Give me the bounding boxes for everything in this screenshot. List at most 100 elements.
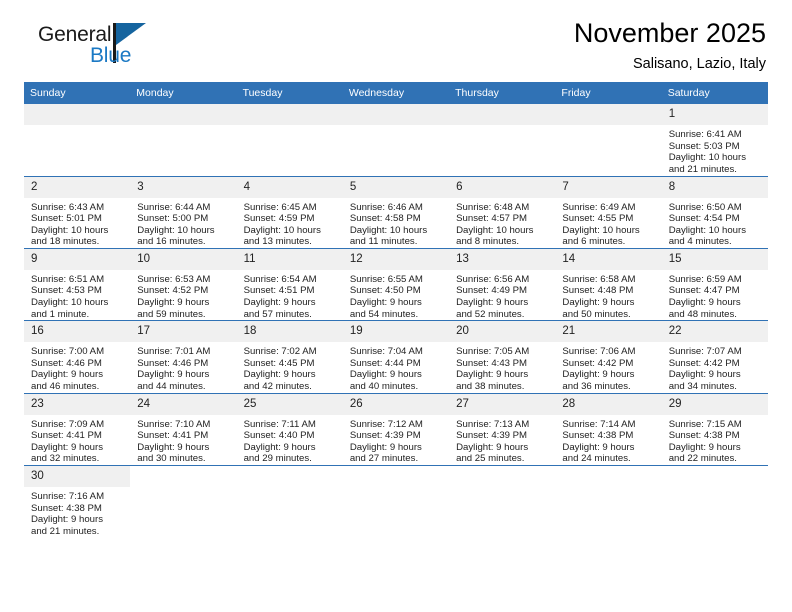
calendar-day-cell[interactable]: 2 Sunrise: 6:43 AM Sunset: 5:01 PM Daylight… <box>24 175 131 249</box>
calendar-day-cell[interactable]: 26 Sunrise: 7:12 AM Sunset: 4:39 PM Dayligh… <box>342 392 450 466</box>
daylight-text-line1: Daylight: 10 hours <box>562 224 640 236</box>
calendar-day-cell[interactable]: 11 Sunrise: 6:54 AM Sunset: 4:51 PM Dayligh… <box>236 247 343 321</box>
daylight-text-line1: Daylight: 9 hours <box>349 441 422 453</box>
sunset-text: Sunset: 4:38 PM <box>562 430 634 442</box>
day-cell-inner: 6 Sunrise: 6:48 AM Sunset: 4:57 PM Daylight… <box>449 176 556 248</box>
logo-text-blue: Blue <box>90 44 132 67</box>
calendar-week-row: 2 Sunrise: 6:43 AM Sunset: 5:01 PM Daylight… <box>24 175 768 249</box>
calendar-empty-cell <box>342 104 450 176</box>
calendar-week-row: 9 Sunrise: 6:51 AM Sunset: 4:53 PM Daylight… <box>24 247 768 321</box>
daylight-text-line2: and 42 minutes. <box>243 381 312 393</box>
daylight-text-line1: Daylight: 10 hours <box>31 224 109 236</box>
calendar-day-cell[interactable]: 4 Sunrise: 6:45 AM Sunset: 4:59 PM Daylight… <box>236 175 343 249</box>
calendar-day-cell[interactable]: 28 Sunrise: 7:14 AM Sunset: 4:38 PM Dayligh… <box>555 392 662 466</box>
sun-info: Sunrise: 7:05 AM Sunset: 4:43 PM Daylight:… <box>449 342 555 392</box>
day-number: 17 <box>130 321 237 343</box>
calendar-day-cell[interactable]: 12 Sunrise: 6:55 AM Sunset: 4:50 PM Dayligh… <box>342 247 450 321</box>
calendar-body: 1 Sunrise: 6:41 AM Sunset: 5:03 PM Daylight… <box>24 104 768 538</box>
sunset-text: Sunset: 4:55 PM <box>562 213 634 225</box>
day-cell-inner: 17 Sunrise: 7:01 AM Sunset: 4:46 PM Dayligh… <box>130 321 237 392</box>
calendar-day-cell[interactable]: 13 Sunrise: 6:56 AM Sunset: 4:49 PM Dayligh… <box>449 247 556 321</box>
day-cell-inner: 22 Sunrise: 7:07 AM Sunset: 4:42 PM Dayligh… <box>661 321 768 393</box>
calendar-day-cell[interactable]: 30 Sunrise: 7:16 AM Sunset: 4:38 PM Dayligh… <box>24 465 131 538</box>
daylight-text-line1: Daylight: 9 hours <box>31 369 103 381</box>
calendar-empty-cell <box>449 104 556 176</box>
sun-info: Sunrise: 7:04 AM Sunset: 4:44 PM Daylight:… <box>343 342 449 392</box>
day-cell-inner: 10 Sunrise: 6:53 AM Sunset: 4:52 PM Dayligh… <box>130 248 237 320</box>
calendar-day-cell[interactable]: 18 Sunrise: 7:02 AM Sunset: 4:45 PM Dayligh… <box>236 320 343 394</box>
daylight-text-line1: Daylight: 9 hours <box>668 369 741 381</box>
day-number: 10 <box>130 248 237 270</box>
calendar-day-cell[interactable]: 5 Sunrise: 6:46 AM Sunset: 4:58 PM Daylight… <box>342 175 450 249</box>
day-number: 28 <box>555 393 662 415</box>
daylight-text-line2: and 11 minutes. <box>349 236 418 248</box>
daylight-text-line2: and 38 minutes. <box>456 381 525 393</box>
day-number: 30 <box>24 466 131 487</box>
calendar-day-cell[interactable]: 16 Sunrise: 7:00 AM Sunset: 4:46 PM Dayligh… <box>24 320 131 394</box>
sunset-text: Sunset: 4:39 PM <box>456 430 528 442</box>
day-number: 12 <box>342 248 450 270</box>
calendar-day-cell[interactable]: 25 Sunrise: 7:11 AM Sunset: 4:40 PM Dayligh… <box>236 392 343 466</box>
sunset-text: Sunset: 4:52 PM <box>137 285 209 297</box>
daylight-text-line1: Daylight: 10 hours <box>349 224 428 236</box>
sunrise-text: Sunrise: 6:55 AM <box>349 273 423 285</box>
calendar-day-cell[interactable]: 14 Sunrise: 6:58 AM Sunset: 4:48 PM Dayligh… <box>555 247 662 321</box>
day-number <box>555 466 662 487</box>
daylight-text-line2: and 27 minutes. <box>349 453 419 465</box>
sunset-text: Sunset: 5:03 PM <box>668 140 740 152</box>
sunset-text: Sunset: 4:49 PM <box>456 285 528 297</box>
calendar-day-cell[interactable]: 17 Sunrise: 7:01 AM Sunset: 4:46 PM Dayligh… <box>130 320 237 394</box>
calendar-day-cell[interactable]: 20 Sunrise: 7:05 AM Sunset: 4:43 PM Dayligh… <box>449 320 556 394</box>
daylight-text-line2: and 36 minutes. <box>562 381 631 393</box>
sun-info: Sunrise: 7:09 AM Sunset: 4:41 PM Daylight:… <box>24 415 130 465</box>
daylight-text-line1: Daylight: 9 hours <box>31 514 103 526</box>
daylight-text-line1: Daylight: 10 hours <box>243 224 321 236</box>
day-number <box>661 466 768 487</box>
sunrise-text: Sunrise: 7:02 AM <box>243 346 317 358</box>
page-header: General Blue November 2025 Salisano, Laz… <box>24 0 768 78</box>
calendar-day-cell[interactable]: 9 Sunrise: 6:51 AM Sunset: 4:53 PM Daylight… <box>24 247 131 321</box>
day-number: 7 <box>555 176 662 198</box>
sun-info: Sunrise: 6:53 AM Sunset: 4:52 PM Daylight:… <box>130 270 236 320</box>
general-blue-logo[interactable]: General Blue <box>24 18 204 74</box>
calendar-day-cell[interactable]: 7 Sunrise: 6:49 AM Sunset: 4:55 PM Daylight… <box>555 175 662 249</box>
sunrise-text: Sunrise: 6:50 AM <box>668 201 742 213</box>
daylight-text-line2: and 54 minutes. <box>349 308 419 320</box>
day-number: 22 <box>661 321 768 343</box>
sun-info: Sunrise: 7:15 AM Sunset: 4:38 PM Daylight:… <box>662 415 768 465</box>
sunset-text: Sunset: 4:59 PM <box>243 213 315 225</box>
calendar-day-cell[interactable]: 1 Sunrise: 6:41 AM Sunset: 5:03 PM Daylight… <box>661 104 768 176</box>
sun-info: Sunrise: 6:41 AM Sunset: 5:03 PM Daylight:… <box>662 125 768 175</box>
calendar-day-cell[interactable]: 29 Sunrise: 7:15 AM Sunset: 4:38 PM Dayligh… <box>661 392 768 466</box>
sun-info: Sunrise: 6:55 AM Sunset: 4:50 PM Daylight:… <box>343 270 449 320</box>
calendar-empty-cell <box>342 465 450 538</box>
day-cell-inner <box>342 104 450 176</box>
calendar-day-cell[interactable]: 8 Sunrise: 6:50 AM Sunset: 4:54 PM Daylight… <box>661 175 768 249</box>
daylight-text-line1: Daylight: 9 hours <box>349 369 422 381</box>
calendar-day-cell[interactable]: 21 Sunrise: 7:06 AM Sunset: 4:42 PM Dayligh… <box>555 320 662 394</box>
day-cell-inner: 8 Sunrise: 6:50 AM Sunset: 4:54 PM Daylight… <box>661 176 768 248</box>
sunset-text: Sunset: 4:46 PM <box>31 357 102 369</box>
day-cell-inner <box>449 466 556 538</box>
calendar-day-cell[interactable]: 15 Sunrise: 6:59 AM Sunset: 4:47 PM Dayligh… <box>661 247 768 321</box>
sunrise-text: Sunrise: 7:16 AM <box>31 491 105 502</box>
sunrise-text: Sunrise: 7:10 AM <box>137 418 211 430</box>
daylight-text-line2: and 34 minutes. <box>668 381 737 393</box>
daylight-text-line1: Daylight: 10 hours <box>31 297 109 309</box>
calendar-day-cell[interactable]: 27 Sunrise: 7:13 AM Sunset: 4:39 PM Dayligh… <box>449 392 556 466</box>
calendar-day-cell[interactable]: 19 Sunrise: 7:04 AM Sunset: 4:44 PM Dayligh… <box>342 320 450 394</box>
day-number: 9 <box>24 248 131 270</box>
calendar-day-cell[interactable]: 3 Sunrise: 6:44 AM Sunset: 5:00 PM Daylight… <box>130 175 237 249</box>
day-number: 24 <box>130 393 237 415</box>
sun-info: Sunrise: 6:58 AM Sunset: 4:48 PM Daylight:… <box>555 270 661 320</box>
weekday-header-saturday: Saturday <box>661 82 768 104</box>
daylight-text-line2: and 32 minutes. <box>31 453 100 465</box>
weekday-header-sunday: Sunday <box>24 82 131 104</box>
calendar-day-cell[interactable]: 23 Sunrise: 7:09 AM Sunset: 4:41 PM Dayligh… <box>24 392 131 466</box>
calendar-day-cell[interactable]: 10 Sunrise: 6:53 AM Sunset: 4:52 PM Dayligh… <box>130 247 237 321</box>
calendar-day-cell[interactable]: 6 Sunrise: 6:48 AM Sunset: 4:57 PM Daylight… <box>449 175 556 249</box>
sunset-text: Sunset: 4:43 PM <box>456 357 528 369</box>
calendar-day-cell[interactable]: 24 Sunrise: 7:10 AM Sunset: 4:41 PM Dayligh… <box>130 392 237 466</box>
sunrise-text: Sunrise: 7:11 AM <box>243 418 316 430</box>
calendar-day-cell[interactable]: 22 Sunrise: 7:07 AM Sunset: 4:42 PM Dayligh… <box>661 320 768 394</box>
